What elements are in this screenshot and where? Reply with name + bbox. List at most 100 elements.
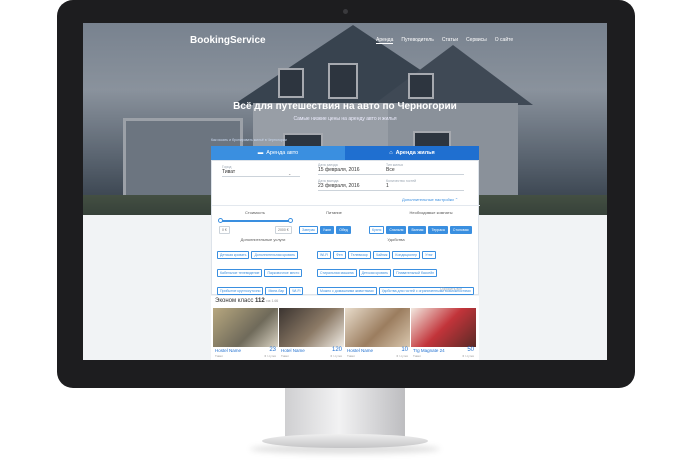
amenity-chip[interactable]: Телевизор <box>347 251 371 259</box>
type-field[interactable]: Тип жилья Все <box>386 163 464 175</box>
service-chip[interactable]: Парковочное место <box>264 269 303 277</box>
price-slider-max-handle[interactable] <box>288 218 293 223</box>
amenity-chip[interactable]: Фен <box>333 251 346 259</box>
screen: BookingService Аренда Путеводитель Стать… <box>83 23 607 360</box>
service-chip[interactable]: Прибытие круглосуточно <box>217 287 264 295</box>
food-chip[interactable]: Обед <box>336 226 351 234</box>
advanced-settings-link[interactable]: Дополнительные настройки ⌃ <box>402 197 458 202</box>
result-card[interactable]: Hostel Name Тиват 10 € / сутки <box>345 308 410 360</box>
rooms-label: Необходимые комнаты <box>409 210 453 215</box>
rental-tabs: ▬ Аренда авто ⌂ Аренда жилья <box>211 146 479 160</box>
results-count-suffix: из 146 <box>266 298 279 303</box>
food-chip[interactable]: Ужин <box>319 226 335 234</box>
card-location: Тиват <box>347 354 355 358</box>
amenity-chip[interactable]: Можно с домашними животными <box>317 287 377 295</box>
amenities-label: Удобства <box>387 237 405 242</box>
nav-item-about[interactable]: О сайте <box>495 37 513 44</box>
guests-field[interactable]: Количество гостей 1 <box>386 179 464 191</box>
rooms-chips: Кухня Спальня Ванная Терраса Столовая <box>368 218 480 236</box>
service-chip[interactable]: Детская кровать <box>217 251 250 259</box>
card-currency: € / сутки <box>396 354 408 358</box>
card-currency: € / сутки <box>264 354 276 358</box>
card-name: Trg Magnate 24 <box>413 348 445 353</box>
main-nav: Аренда Путеводитель Статьи Сервисы О сай… <box>376 37 513 44</box>
results-title: Эконом класс 112 из 146 <box>215 298 278 304</box>
card-name: Hostel Name <box>215 348 242 353</box>
hero-subtitle: Самые низкие цены на аренду авто и жилья <box>293 116 397 122</box>
amenity-chip[interactable]: Wi-Fi <box>317 251 332 259</box>
tab-housing-rental[interactable]: ⌂ Аренда жилья <box>345 146 479 160</box>
checkout-value[interactable]: 23 февраля, 2016 <box>318 183 396 191</box>
advanced-settings-label: Дополнительные настройки <box>402 197 454 202</box>
amenity-chip[interactable]: Кондиционер <box>392 251 421 259</box>
card-name: Hotel Name <box>281 348 305 353</box>
price-slider-min-handle[interactable] <box>218 218 223 223</box>
card-price: 120 <box>331 347 342 353</box>
card-price: 50 <box>467 347 474 353</box>
site-logo[interactable]: BookingService <box>190 35 266 46</box>
chevron-up-icon: ⌃ <box>454 197 459 202</box>
room-chip[interactable]: Терраса <box>428 226 448 234</box>
results-section: Эконом класс 112 из 146 Hostel Name Тива… <box>211 296 479 360</box>
food-chips: Завтрак Ужин Обед <box>298 218 374 236</box>
monitor-stand-neck <box>285 388 405 438</box>
card-price: 10 <box>401 347 408 353</box>
nav-item-articles[interactable]: Статьи <box>442 37 458 44</box>
service-chip[interactable]: Дополнительная кровать <box>251 251 299 259</box>
price-slider[interactable] <box>220 220 290 222</box>
checkout-field[interactable]: Дата выезда 23 февраля, 2016 <box>318 179 396 191</box>
food-label: Питание <box>326 210 342 215</box>
food-chip[interactable]: Завтрак <box>299 226 318 234</box>
amenity-chip[interactable]: Утюг <box>422 251 436 259</box>
type-value[interactable]: Все <box>386 167 464 175</box>
room-chip[interactable]: Спальня <box>386 226 407 234</box>
chevron-down-icon[interactable]: ⌄ <box>288 171 291 176</box>
tab-car-rental[interactable]: ▬ Аренда авто <box>211 146 345 160</box>
nav-item-guide[interactable]: Путеводитель <box>401 37 433 44</box>
card-location: Тиват <box>413 354 421 358</box>
result-card[interactable]: Trg Magnate 24 Тиват 50 € / сутки <box>411 308 476 360</box>
room-chip[interactable]: Кухня <box>369 226 385 234</box>
price-max-value[interactable]: 2000 € <box>275 226 292 234</box>
service-chip[interactable]: Мини-бар <box>265 287 288 295</box>
services-label: Дополнительные услуги <box>240 237 286 242</box>
card-location: Тиват <box>215 354 223 358</box>
nav-item-services[interactable]: Сервисы <box>466 37 487 44</box>
room-chip[interactable]: Ванная <box>408 226 427 234</box>
card-currency: € / сутки <box>462 354 474 358</box>
card-price: 23 <box>269 347 276 353</box>
reset-filters-link[interactable]: Сбросить все <box>440 287 462 291</box>
amenity-chip[interactable]: Детская кровать <box>358 269 392 277</box>
card-name: Hostel Name <box>347 348 374 353</box>
checkin-field[interactable]: Дата заезда 15 февраля, 2016 <box>318 163 396 175</box>
amenity-chip[interactable]: Плавательный бассейн <box>393 269 438 277</box>
monitor-stand-base <box>262 434 428 448</box>
webcam-icon <box>343 9 348 14</box>
service-chip[interactable]: Кабельное телевидение <box>217 269 263 277</box>
tab-housing-label: Аренда жилья <box>395 150 435 156</box>
amenity-chip[interactable]: Стиральная машина <box>317 269 357 277</box>
room-photo <box>279 308 344 347</box>
divider <box>212 205 480 206</box>
room-photo <box>411 308 476 347</box>
car-icon: ▬ <box>257 150 264 156</box>
result-card[interactable]: Hotel Name Тиват 120 € / сутки <box>279 308 344 360</box>
checkin-value[interactable]: 15 февраля, 2016 <box>318 167 396 175</box>
room-photo <box>213 308 278 347</box>
price-min-value[interactable]: 0 € <box>219 226 230 234</box>
search-panel: Город Тиват ⌄ Дата заезда 15 февраля, 20… <box>211 160 480 313</box>
result-card[interactable]: Hostel Name Тиват 23 € / сутки <box>213 308 278 360</box>
room-photo <box>345 308 410 347</box>
service-chip[interactable]: Wi-Fi <box>289 287 304 295</box>
hero-title: Всё для путешествия на авто по Черногори… <box>233 101 457 112</box>
guests-value[interactable]: 1 <box>386 183 464 191</box>
nav-item-rent[interactable]: Аренда <box>376 37 394 44</box>
room-chip[interactable]: Столовая <box>449 226 472 234</box>
amenity-chip[interactable]: Чайник <box>372 251 391 259</box>
results-count: 112 <box>255 298 265 304</box>
results-title-text: Эконом класс <box>215 298 254 304</box>
tab-car-label: Аренда авто <box>266 150 299 156</box>
card-location: Тиват <box>281 354 289 358</box>
card-currency: € / сутки <box>330 354 342 358</box>
hero-link[interactable]: Как искать и бронировать жильё в Черного… <box>211 138 287 142</box>
